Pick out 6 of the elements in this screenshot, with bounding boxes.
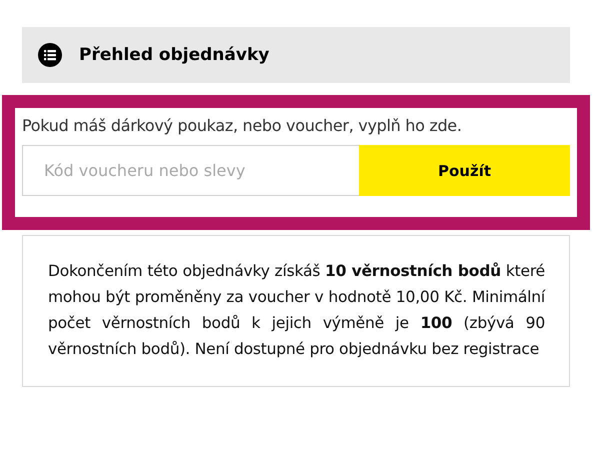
voucher-code-field[interactable]: Kód voucheru nebo slevy xyxy=(22,145,359,196)
apply-button[interactable]: Použít xyxy=(359,145,570,196)
section-title: Přehled objednávky xyxy=(79,45,270,65)
voucher-prompt: Pokud máš dárkový poukaz, nebo voucher, vyplň ho zde. xyxy=(22,116,463,135)
loyalty-text: Dokončením této objednávky získáš 10 věrnostních bodů které mohou být proměněny za voucher v hodnotě 10,00 Kč. Minimální počet věrnostních bodů k jejich výměně je 100 (zbývá 90 věrnostních bodů). Není dostupné pro objednávku bez registrace xyxy=(48,261,545,360)
list-icon xyxy=(38,43,62,67)
